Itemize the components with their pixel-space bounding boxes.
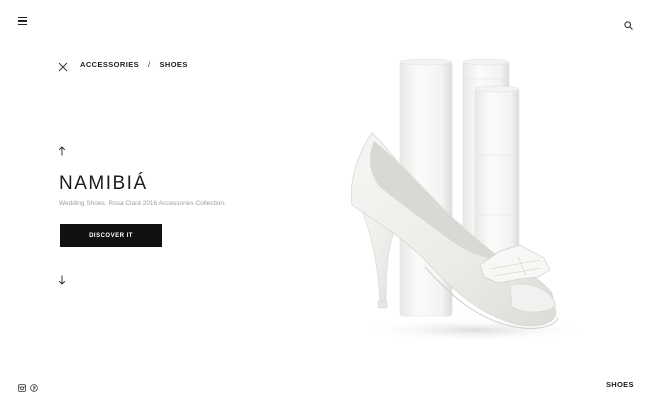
product-image xyxy=(330,55,590,355)
breadcrumb-shoes[interactable]: SHOES xyxy=(159,60,187,69)
hamburger-menu-icon[interactable] xyxy=(18,17,27,25)
breadcrumb-separator: / xyxy=(148,60,151,69)
product-title: NAMIBIÁ xyxy=(59,173,148,194)
breadcrumb-accessories[interactable]: ACCESSORIES xyxy=(80,60,139,69)
product-subtitle: Wedding Shoes. Rosa Clará 2016 Accessori… xyxy=(59,200,226,207)
search-icon[interactable] xyxy=(624,17,633,30)
footer-section-shoes[interactable]: SHOES xyxy=(606,380,634,389)
close-icon[interactable] xyxy=(58,59,68,72)
arrow-up-icon[interactable] xyxy=(58,143,66,156)
discover-it-button[interactable]: DISCOVER IT xyxy=(60,224,162,247)
arrow-down-icon[interactable] xyxy=(58,272,66,285)
pinterest-icon[interactable] xyxy=(30,379,38,392)
breadcrumb: ACCESSORIES / SHOES xyxy=(80,60,188,69)
instagram-icon[interactable] xyxy=(18,379,26,392)
